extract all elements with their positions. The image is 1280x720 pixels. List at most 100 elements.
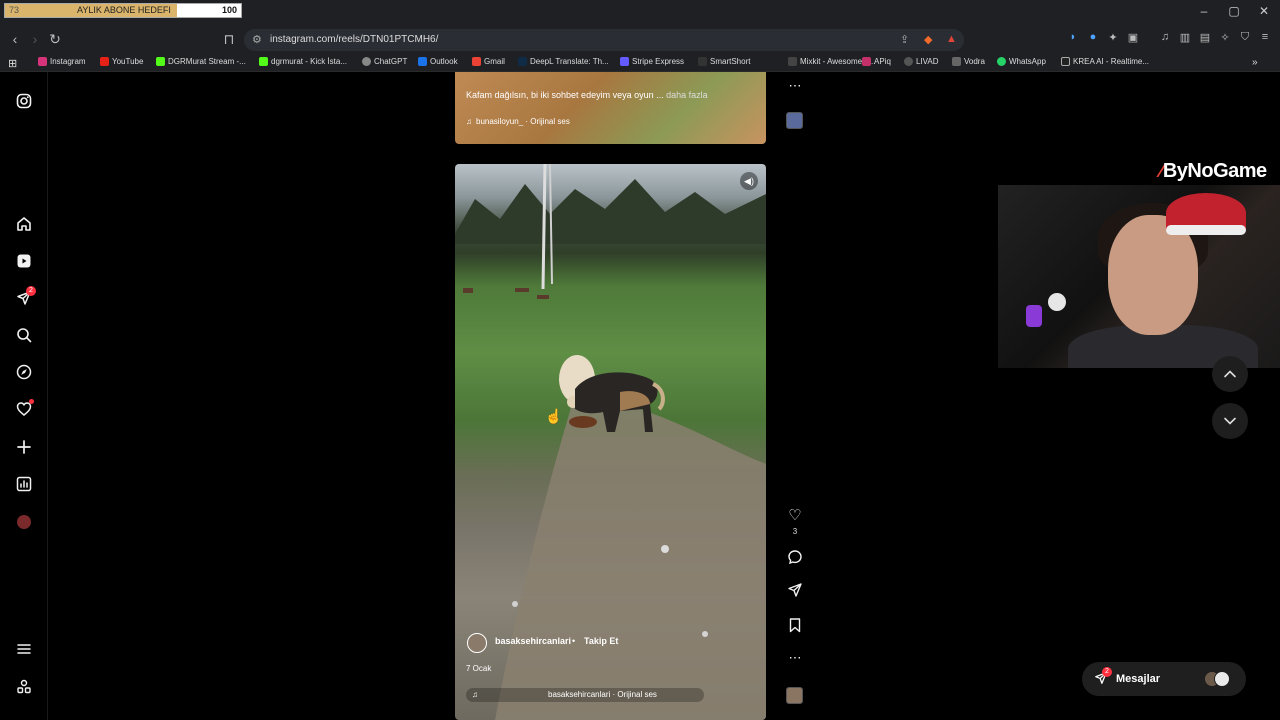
instagram-page: 2 Kafam dağılsın, bi iki sohbet edeyim v…: [0, 72, 1280, 720]
media-icon[interactable]: ♫: [1156, 31, 1174, 43]
mouse-cursor-icon: ☝: [545, 408, 563, 424]
reel-video[interactable]: ◀︎) basaksehircanlari • Takip Et 7 Ocak …: [455, 164, 766, 720]
reels-icon[interactable]: [12, 249, 36, 273]
left-navigation: 2: [0, 72, 48, 720]
more-options-icon[interactable]: ⋯: [785, 650, 805, 666]
messages-count-badge: 2: [1102, 667, 1112, 677]
bookmark-item[interactable]: LIVAD: [904, 57, 939, 66]
bookmark-item[interactable]: Gmail: [472, 57, 505, 66]
sidebar-icon[interactable]: ▥: [1176, 31, 1194, 44]
chatgpt-icon: [362, 57, 371, 66]
follow-button[interactable]: Takip Et: [584, 636, 618, 646]
reload-icon[interactable]: ↻: [46, 31, 64, 48]
gmail-icon: [472, 57, 481, 66]
messages-button[interactable]: 2 Mesajlar: [1082, 662, 1246, 696]
audio-toggle-icon[interactable]: ◀︎): [740, 172, 758, 190]
like-icon[interactable]: ♡: [785, 506, 805, 524]
music-note-icon: ♫: [466, 117, 472, 126]
bookmark-item[interactable]: dgrmurat - Kick İsta...: [259, 57, 347, 66]
extensions-puzzle-icon[interactable]: ✦: [1104, 31, 1122, 44]
messages-nav-icon[interactable]: 2: [12, 286, 36, 310]
messages-badge: 2: [26, 286, 36, 296]
screenshot-icon[interactable]: ▣: [1124, 31, 1142, 44]
santa-hat-trim: [1166, 225, 1246, 235]
bookmark-item[interactable]: Stripe Express: [620, 57, 684, 66]
avatar: [1214, 671, 1230, 687]
prev-more-options-icon[interactable]: ⋯: [785, 78, 805, 94]
bookmarks-bar: ⊞ Instagram YouTube DGRMurat Stream -...…: [0, 54, 1280, 72]
reel-username[interactable]: basaksehircanlari: [495, 636, 571, 646]
close-window-button[interactable]: ✕: [1254, 4, 1274, 18]
bookmark-item[interactable]: ChatGPT: [362, 57, 407, 66]
bookmark-item[interactable]: Vodra: [952, 57, 985, 66]
reel-date: 7 Ocak: [466, 664, 492, 673]
address-bar[interactable]: ⚙ instagram.com/reels/DTN01PTCMH6/ ⇪ ◆ ▲: [244, 29, 964, 51]
message-avatars: [1204, 671, 1234, 687]
back-icon[interactable]: ‹: [6, 31, 24, 47]
dashboard-icon[interactable]: [12, 472, 36, 496]
bookmark-item[interactable]: KREA AI - Realtime...: [1061, 57, 1149, 66]
profile-avatar[interactable]: [12, 510, 36, 534]
extension-icon-2[interactable]: ●: [1084, 31, 1102, 43]
comment-icon[interactable]: [785, 549, 805, 569]
wallet-icon[interactable]: ▤: [1196, 31, 1214, 44]
bookmark-item[interactable]: WhatsApp: [997, 57, 1046, 66]
goal-current: 73: [9, 5, 20, 15]
more-link[interactable]: daha fazla: [666, 90, 708, 100]
prev-reel-caption: Kafam dağılsın, bi iki sohbet edeyim vey…: [466, 90, 708, 100]
search-icon[interactable]: [12, 323, 36, 347]
bookmark-item[interactable]: Outlook: [418, 57, 458, 66]
whatsapp-icon: [997, 57, 1006, 66]
explore-icon[interactable]: [12, 360, 36, 384]
goal-target: 100: [221, 5, 237, 15]
reel-audio-bar[interactable]: ♫ basaksehircanlari · Orijinal ses: [466, 688, 704, 702]
rewards-icon[interactable]: ▲: [946, 33, 957, 45]
vodra-icon: [952, 57, 961, 66]
krea-icon: [1061, 57, 1070, 66]
webcam-overlay: [998, 185, 1280, 368]
bookmark-icon[interactable]: ⊓: [220, 31, 238, 48]
previous-reel-button[interactable]: [1212, 356, 1248, 392]
reel-user-avatar[interactable]: [467, 633, 487, 653]
apps-grid-icon[interactable]: ⊞: [8, 57, 17, 70]
site-info-icon[interactable]: ⚙: [252, 33, 262, 46]
stripe-icon: [620, 57, 629, 66]
bookmark-item[interactable]: DGRMurat Stream -...: [156, 57, 246, 66]
smartshort-icon: [698, 57, 707, 66]
instagram-logo-icon[interactable]: [12, 89, 36, 113]
background-light: [1026, 305, 1042, 327]
audio-thumbnail[interactable]: [786, 687, 803, 704]
home-icon[interactable]: [12, 212, 36, 236]
notification-dot: [29, 399, 34, 404]
previous-reel-card[interactable]: Kafam dağılsın, bi iki sohbet edeyim vey…: [455, 72, 766, 144]
prev-audio-thumbnail[interactable]: [786, 112, 803, 129]
bookmark-item[interactable]: APiq: [862, 57, 891, 66]
maximize-button[interactable]: ▢: [1224, 4, 1244, 18]
url-text[interactable]: instagram.com/reels/DTN01PTCMH6/: [270, 34, 438, 45]
prev-reel-audio[interactable]: ♫ bunasiloyun_ · Orijinal ses: [466, 117, 570, 126]
save-bookmark-icon[interactable]: [785, 617, 805, 637]
next-reel-button[interactable]: [1212, 403, 1248, 439]
share-icon[interactable]: ⇪: [900, 33, 909, 46]
minimize-button[interactable]: –: [1194, 4, 1214, 18]
menu-icon[interactable]: ≡: [1256, 31, 1274, 43]
bynogame-logo: ⁄ByNoGame: [1160, 160, 1267, 182]
deepl-icon: [518, 57, 527, 66]
create-icon[interactable]: [12, 435, 36, 459]
bookmark-item[interactable]: DeepL Translate: Th...: [518, 57, 609, 66]
bookmark-item[interactable]: SmartShort: [698, 57, 750, 66]
bookmark-item[interactable]: YouTube: [100, 57, 143, 66]
share-send-icon[interactable]: [785, 582, 805, 602]
more-bookmarks-icon[interactable]: »: [1252, 57, 1258, 68]
bookmark-item[interactable]: Instagram: [38, 57, 86, 66]
vpn-icon[interactable]: ⛉: [1236, 31, 1254, 44]
also-from-meta-icon[interactable]: [12, 675, 36, 699]
leo-ai-icon[interactable]: ✧: [1216, 31, 1234, 44]
apiq-icon: [862, 57, 871, 66]
forward-icon[interactable]: ›: [26, 31, 44, 47]
notifications-heart-icon[interactable]: [12, 397, 36, 421]
more-menu-icon[interactable]: [12, 637, 36, 661]
extension-icon-1[interactable]: ◗: [1064, 31, 1082, 43]
instagram-icon: [38, 57, 47, 66]
brave-shield-icon[interactable]: ◆: [924, 33, 932, 46]
